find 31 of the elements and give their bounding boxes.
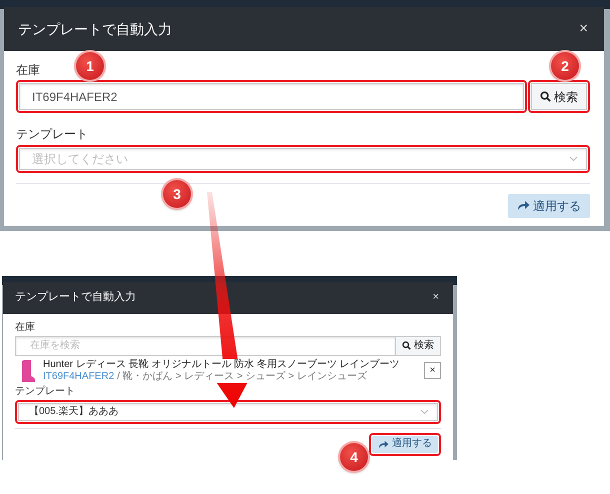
stock-search-field[interactable]: 在庫を検索 [15, 336, 395, 356]
dialog-title: テンプレートで自動入力 [18, 20, 172, 38]
template-select[interactable]: 【005.楽天】あああ [18, 402, 438, 421]
search-icon [540, 91, 551, 102]
boot-icon [21, 358, 35, 383]
dialog-title: テンプレートで自動入力 [15, 291, 136, 304]
field-label: 在庫 [16, 63, 40, 78]
field-label: テンプレート [16, 127, 88, 142]
apply-button[interactable]: 適用する [372, 436, 438, 453]
step-badge: 1 [76, 52, 104, 80]
chevron-icon [569, 156, 578, 162]
remove-button[interactable]: × [424, 362, 441, 380]
field-label: 在庫 [15, 322, 35, 334]
select-value: 【005.楽天】あああ [29, 406, 118, 418]
step-badge: 2 [551, 52, 579, 80]
product-name: Hunter レディース 長靴 オリジナルトール 防水 冬用スノーブーツ レインブーツ [43, 358, 400, 371]
search-icon [402, 341, 411, 350]
search-button[interactable]: 検索 [531, 83, 587, 110]
close-button[interactable]: × [432, 291, 439, 304]
field-label: テンプレート [15, 386, 75, 398]
step-badge: 4 [340, 443, 368, 471]
chevron-icon [420, 408, 429, 415]
close-button[interactable]: × [579, 20, 588, 38]
apply-button[interactable]: 適用する [508, 194, 590, 218]
stock-field[interactable]: IT69F4HAFER2 [19, 83, 524, 110]
step-badge: 3 [163, 180, 191, 208]
share-icon [378, 440, 389, 449]
search-button[interactable]: 検索 [395, 336, 441, 356]
category-path: / 靴・かばん > レディース > シューズ > レインシューズ [117, 370, 367, 383]
select-placeholder: 選択してください [32, 152, 128, 166]
share-icon [517, 200, 530, 212]
